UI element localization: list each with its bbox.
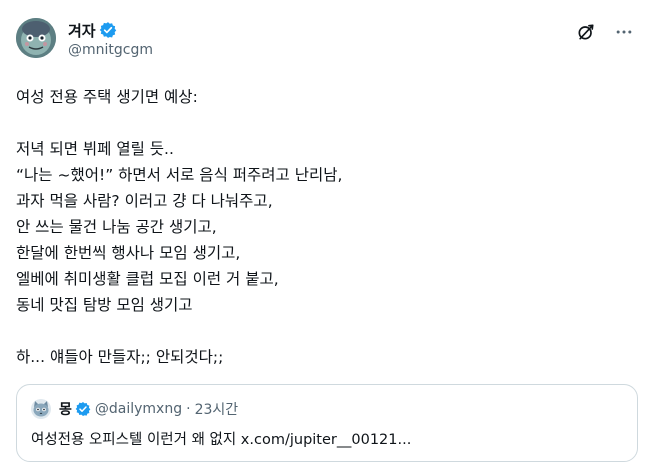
verified-badge-icon xyxy=(99,21,117,39)
grok-icon[interactable] xyxy=(576,22,596,42)
tweet-line: 하... 얘들아 만들자;; 안되것다;; xyxy=(16,348,224,366)
author-names: 겨자 @mnitgcgm xyxy=(68,20,153,59)
tweet-line: 여성 전용 주택 생기면 예상: xyxy=(16,88,198,106)
quoted-tweet-time: 23시간 xyxy=(194,402,239,418)
quoted-author-handle: @dailymxng xyxy=(94,401,183,417)
tweet-line: 과자 먹을 사람? 이러고 걍 다 나눠주고, xyxy=(16,192,273,210)
tweet-actions xyxy=(576,22,634,42)
quoted-tweet-header: 몽 @dailymxng · 23시간 xyxy=(31,399,238,419)
author-display-name[interactable]: 겨자 xyxy=(68,20,96,41)
tweet-line: 안 쓰는 물건 나눔 공간 생기고, xyxy=(16,218,217,236)
verified-badge-icon xyxy=(75,401,91,417)
tweet-line: “나는 ~했어!” 하면서 서로 음식 퍼주려고 난리남, xyxy=(16,166,343,184)
tweet-body: 여성 전용 주택 생기면 예상: 저녁 되면 뷔페 열릴 듯.. “나는 ~했어… xyxy=(16,84,616,370)
author-avatar[interactable] xyxy=(16,18,56,58)
tweet-line: 엘베에 취미생활 클럽 모집 이런 거 붙고, xyxy=(16,270,279,288)
separator-dot: · xyxy=(186,401,191,417)
quoted-tweet[interactable]: 몽 @dailymxng · 23시간 여성전용 오피스텔 이런거 왜 없지 x… xyxy=(16,384,638,462)
tweet-line: 한달에 한번씩 행사나 모임 생기고, xyxy=(16,244,241,262)
tweet-line: 저녁 되면 뷔페 열릴 듯.. xyxy=(16,140,174,158)
tweet-header: 겨자 @mnitgcgm xyxy=(16,14,638,66)
quoted-author-name: 몽 xyxy=(59,402,72,418)
quoted-tweet-text: 여성전용 오피스텔 이런거 왜 없지 x.com/jupiter__00121.… xyxy=(31,432,412,448)
tweet-line: 동네 맛집 탐방 모임 생기고 xyxy=(16,296,193,314)
tweet: 겨자 @mnitgcgm 여성 전용 주택 생기면 예상: 저녁 되면 뷔페 열… xyxy=(16,14,638,462)
author-handle[interactable]: @mnitgcgm xyxy=(68,42,153,58)
more-icon[interactable] xyxy=(614,22,634,42)
quoted-author-avatar xyxy=(31,399,51,419)
